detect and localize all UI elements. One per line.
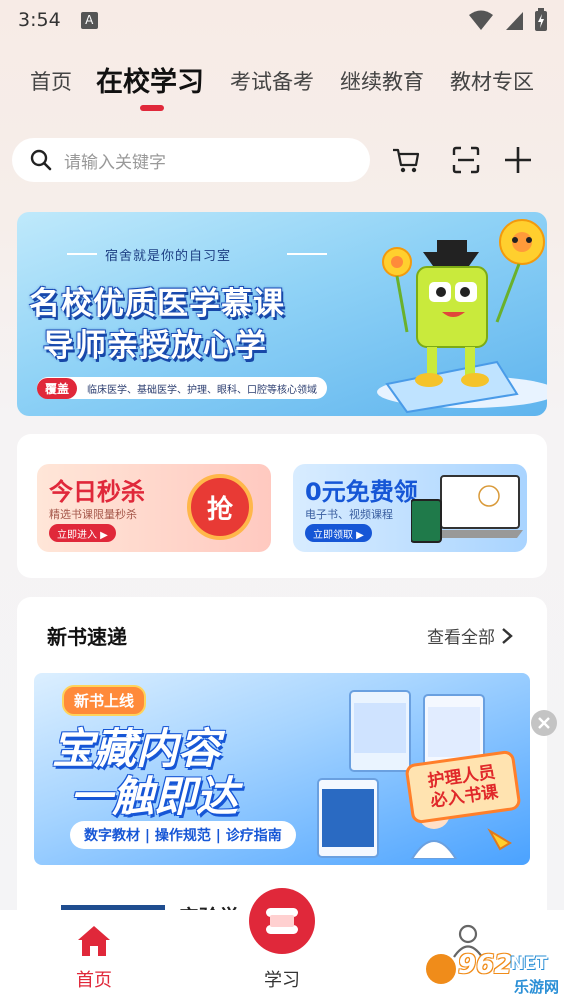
search-row: 请输入关键字 bbox=[12, 138, 552, 182]
search-input[interactable]: 请输入关键字 bbox=[12, 138, 370, 182]
flash-sale-badge: 抢 bbox=[206, 494, 233, 525]
watermark-text-3: 乐游网 bbox=[514, 978, 560, 996]
banner-headline-2: 导师亲授放心学 bbox=[43, 328, 267, 364]
banner-coverage-tag: 覆盖 bbox=[37, 377, 78, 399]
banner-coverage-text: 临床医学、基础医学、护理、眼科、口腔等核心领域 bbox=[87, 384, 318, 396]
flash-sale-button[interactable]: 立即进入 ▶ bbox=[49, 524, 116, 542]
status-icons bbox=[468, 8, 548, 32]
banner-coverage-bar: 覆盖 临床医学、基础医学、护理、眼科、口腔等核心领域 bbox=[37, 377, 327, 399]
tab-campus-study[interactable]: 在校学习 bbox=[96, 60, 204, 99]
watermark-text-1: 962 bbox=[458, 950, 513, 980]
study-logo-icon[interactable] bbox=[249, 888, 315, 954]
notification-a-icon: A bbox=[80, 11, 98, 29]
search-placeholder: 请输入关键字 bbox=[64, 152, 166, 173]
active-tab-indicator bbox=[140, 105, 164, 111]
tab-exam-prep[interactable]: 考试备考 bbox=[230, 66, 314, 96]
scan-icon[interactable] bbox=[450, 144, 482, 176]
chevron-right-icon bbox=[502, 627, 513, 644]
flash-sale-title: 今日秒杀 bbox=[49, 478, 145, 506]
free-claim-promo[interactable]: 0元免费领 电子书、视频课程 立即领取 ▶ bbox=[293, 464, 527, 552]
view-all-label: 查看全部 bbox=[427, 628, 495, 648]
status-time: 3:54 bbox=[18, 9, 61, 31]
free-claim-button[interactable]: 立即领取 ▶ bbox=[305, 524, 372, 542]
view-all-link[interactable]: 查看全部 bbox=[427, 623, 513, 648]
tab-textbooks[interactable]: 教材专区 bbox=[450, 66, 534, 96]
nav-label-home: 首页 bbox=[76, 970, 112, 991]
watermark-text-2: NET bbox=[510, 954, 548, 974]
plus-icon[interactable] bbox=[502, 144, 534, 176]
flash-sale-desc: 精选书课限量秒杀 bbox=[49, 508, 137, 521]
cart-icon[interactable] bbox=[390, 144, 422, 176]
wifi-icon bbox=[469, 10, 493, 30]
search-icon bbox=[30, 149, 52, 171]
category-tabs: 首页 在校学习 考试备考 继续教育 教材专区 bbox=[0, 60, 564, 110]
flash-sale-promo[interactable]: 今日秒杀 精选书课限量秒杀 立即进入 ▶ 抢 bbox=[37, 464, 271, 552]
site-watermark: 962 NET 乐游网 bbox=[426, 950, 562, 1000]
new-books-card: 新书速递 查看全部 新书上线 宝藏内容 一触即达 数字教材 | 操作规范 | 诊… bbox=[17, 597, 547, 927]
tab-home[interactable]: 首页 bbox=[30, 66, 72, 96]
nav-item-home[interactable]: 首页 bbox=[62, 910, 126, 1004]
nav-label-study: 学习 bbox=[264, 970, 300, 991]
free-claim-title: 0元免费领 bbox=[305, 478, 418, 506]
free-claim-desc: 电子书、视频课程 bbox=[305, 508, 393, 521]
signal-icon bbox=[506, 12, 523, 30]
close-icon[interactable] bbox=[531, 710, 557, 736]
mooc-banner[interactable]: 宿舍就是你的自习室 名校优质医学慕课 导师亲授放心学 覆盖 临床医学、基础医学、… bbox=[17, 212, 547, 416]
home-icon bbox=[78, 926, 110, 956]
banner-headline-1: 名校优质医学慕课 bbox=[29, 286, 285, 322]
alarm-clock-icon: 抢 bbox=[187, 474, 253, 540]
promo-card: 今日秒杀 精选书课限量秒杀 立即进入 ▶ 抢 0元免费领 电子书、视频课程 立即… bbox=[17, 434, 547, 578]
status-bar: 3:54 A bbox=[0, 0, 564, 40]
new-books-banner[interactable]: 新书上线 宝藏内容 一触即达 数字教材 | 操作规范 | 诊疗指南 护理人员 必… bbox=[34, 673, 530, 865]
tab-continuing-education[interactable]: 继续教育 bbox=[340, 66, 424, 96]
banner-subtitle: 宿舍就是你的自习室 bbox=[105, 249, 232, 264]
new-books-title: 新书速递 bbox=[47, 625, 127, 649]
laptop-ebook-icon bbox=[411, 475, 523, 543]
new-books-strip: 数字教材 | 操作规范 | 诊疗指南 bbox=[70, 821, 296, 849]
new-books-tag: 新书上线 bbox=[62, 685, 147, 716]
mascot-illustration bbox=[377, 219, 547, 414]
watermark-logo-icon bbox=[426, 954, 456, 984]
battery-icon bbox=[535, 8, 547, 31]
new-books-headline-2: 一触即达 bbox=[70, 772, 239, 821]
